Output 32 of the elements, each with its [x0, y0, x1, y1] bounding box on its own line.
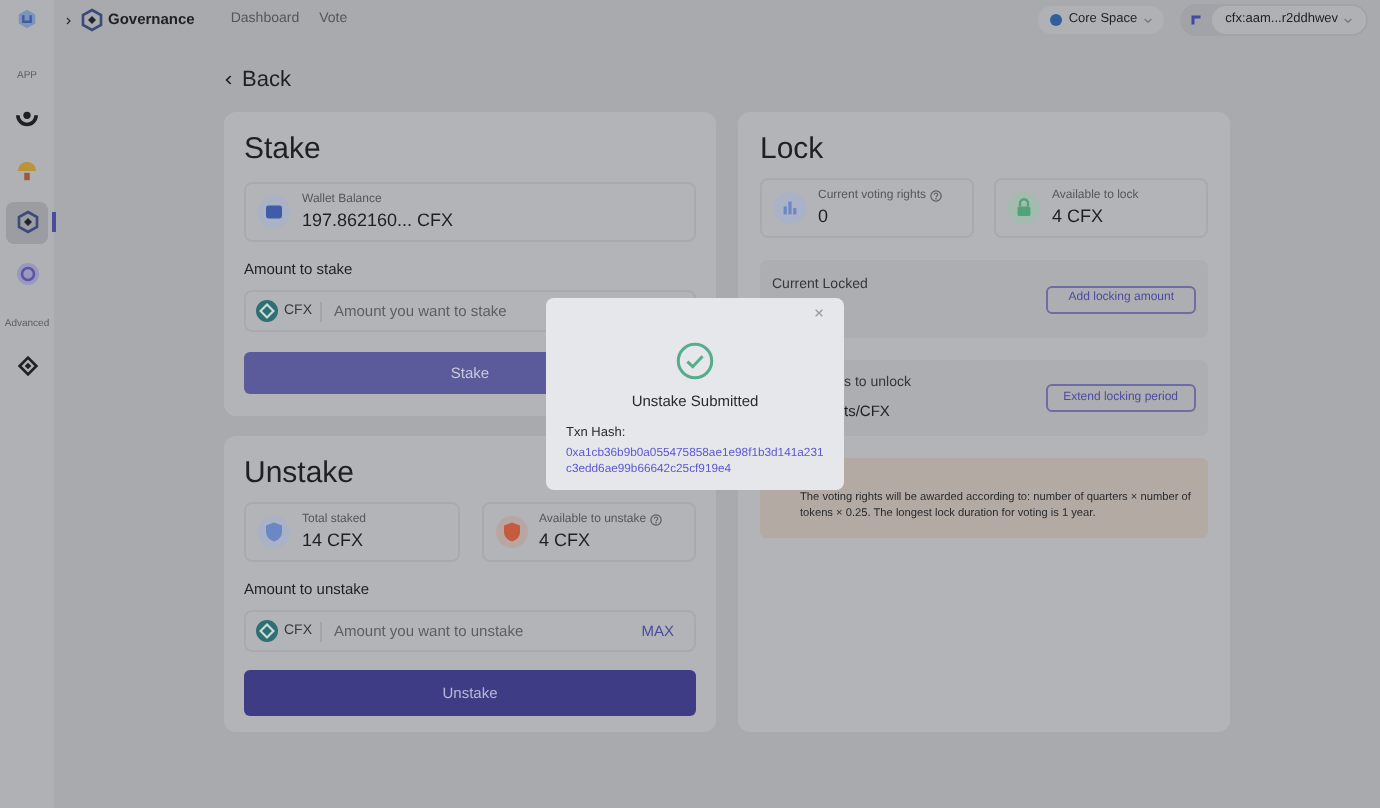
token-icon [256, 300, 278, 323]
card-title: Lock [760, 132, 826, 168]
diamond-icon [17, 355, 37, 375]
card-title: Unstake [244, 456, 355, 492]
stat-value: 197.862160... CFX [302, 208, 454, 232]
token-icon [256, 620, 278, 643]
network-icon [1050, 14, 1063, 26]
stat-value: 14 CFX [302, 528, 366, 552]
parachute-icon [16, 159, 38, 181]
close-icon[interactable] [814, 308, 824, 318]
wallet-brand-icon [1189, 14, 1202, 26]
selected-indicator [52, 211, 56, 231]
card-title: Stake [244, 132, 323, 168]
wallet-icon [258, 196, 290, 228]
chevron-right-icon [66, 15, 72, 25]
chart-icon [774, 192, 806, 224]
stat-value: 0 [818, 204, 831, 228]
chevron-left-icon [224, 74, 232, 86]
hexagon-icon [80, 8, 104, 32]
bowl-icon [16, 107, 38, 129]
caret-icon [1143, 17, 1152, 23]
logo-icon [16, 8, 38, 30]
hexagon-icon [15, 210, 39, 234]
back-button[interactable]: Back [224, 66, 291, 94]
shield-icon [258, 516, 290, 548]
stat-value: 4 CFX [1052, 204, 1106, 228]
stat-value: 4 CFX [539, 528, 593, 552]
check-circle-icon [676, 342, 714, 380]
shield-icon [495, 516, 527, 548]
ring-icon [15, 262, 39, 286]
caret-icon [1344, 17, 1352, 23]
lock-icon [1008, 192, 1040, 224]
